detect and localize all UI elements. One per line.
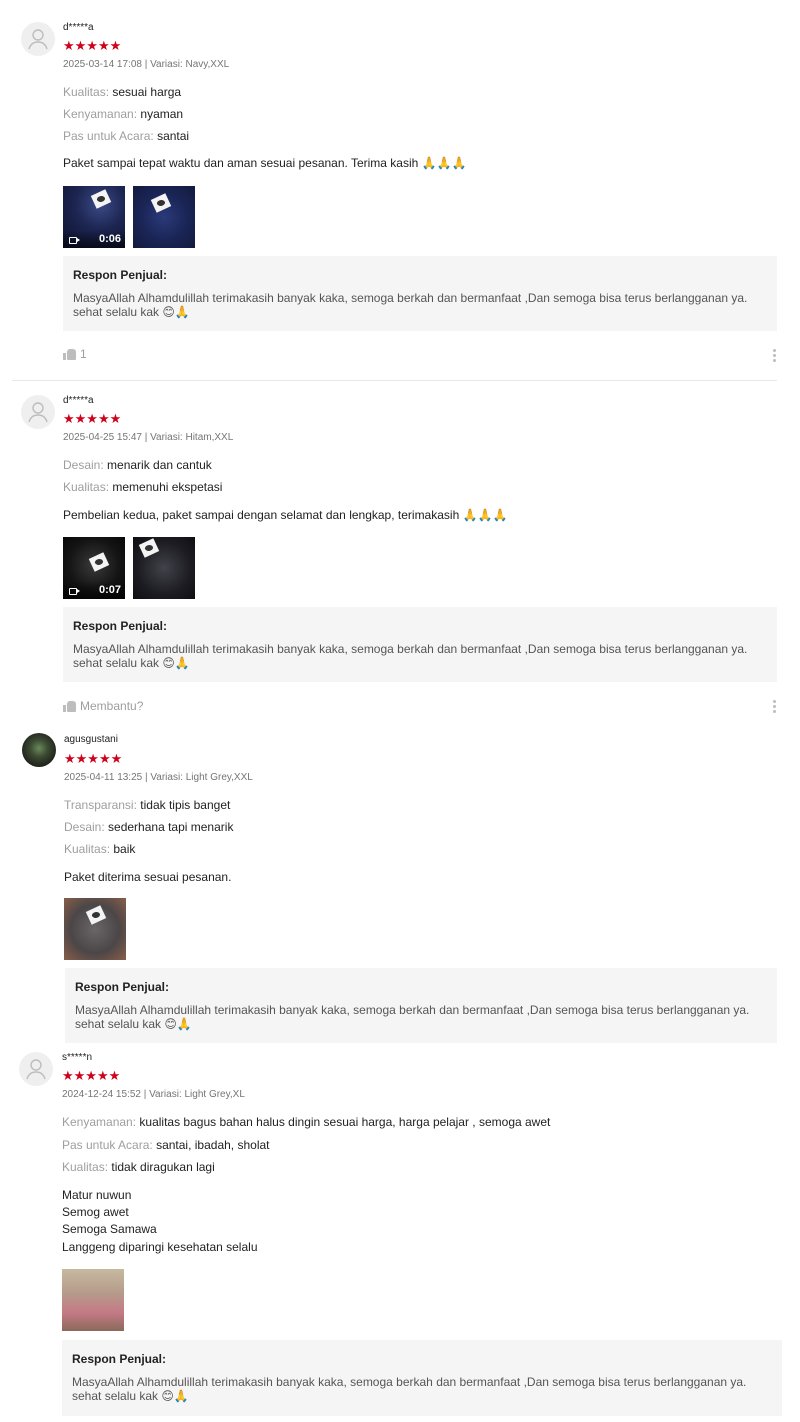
attribute-value: kualitas bagus bahan halus dingin sesuai…: [139, 1115, 551, 1129]
attribute-key: Kualitas:: [63, 480, 110, 494]
attribute-key: Kualitas:: [63, 85, 110, 99]
review-meta: 2024-12-24 15:52 | Variasi: Light Grey,X…: [62, 1089, 245, 1100]
user-placeholder-icon: [28, 29, 48, 50]
like-count: 1: [80, 347, 87, 361]
video-duration: 0:06: [98, 233, 121, 245]
seller-response-title: Respon Penjual:: [75, 980, 170, 994]
user-placeholder-icon: [28, 402, 48, 423]
divider: [12, 380, 777, 381]
review-attribute: Kenyamanan: kualitas bagus bahan halus d…: [62, 1115, 550, 1129]
avatar[interactable]: [21, 22, 55, 56]
thumbs-up-icon: [63, 700, 76, 712]
product-tag-image: [90, 189, 112, 209]
product-tag-image: [138, 538, 160, 558]
attribute-key: Pas untuk Acara:: [62, 1138, 153, 1152]
rating-stars: ★★★★★: [62, 1068, 121, 1083]
review-attribute: Kualitas: tidak diragukan lagi: [62, 1160, 215, 1174]
review-comment: Pembelian kedua, paket sampai dengan sel…: [63, 508, 508, 522]
review-comment: Paket diterima sesuai pesanan.: [64, 870, 232, 884]
review-attribute: Kualitas: baik: [64, 842, 135, 856]
attribute-key: Kenyamanan:: [62, 1115, 137, 1129]
review-video-thumbnail[interactable]: 0:06: [63, 186, 125, 248]
avatar[interactable]: [19, 1052, 53, 1086]
avatar[interactable]: [21, 395, 55, 429]
product-tag-image: [150, 193, 172, 213]
seller-response-text: MasyaAllah Alhamdulillah terimakasih ban…: [75, 1003, 750, 1031]
seller-response-title: Respon Penjual:: [73, 619, 168, 633]
seller-response-text: MasyaAllah Alhamdulillah terimakasih ban…: [72, 1375, 747, 1403]
attribute-value: sederhana tapi menarik: [108, 820, 234, 834]
seller-response-text: MasyaAllah Alhamdulillah terimakasih ban…: [73, 291, 748, 319]
review-attribute: Kualitas: sesuai harga: [63, 85, 181, 99]
review-meta: 2025-04-25 15:47 | Variasi: Hitam,XXL: [63, 432, 234, 443]
seller-response: Respon Penjual: MasyaAllah Alhamdulillah…: [63, 607, 777, 682]
attribute-value: baik: [113, 842, 136, 856]
attribute-key: Kualitas:: [62, 1160, 109, 1174]
attribute-key: Pas untuk Acara:: [63, 129, 154, 143]
seller-response: Respon Penjual: MasyaAllah Alhamdulillah…: [62, 1340, 782, 1416]
attribute-key: Kenyamanan:: [63, 107, 138, 121]
reviewer-name: d*****a: [63, 22, 94, 33]
review-attribute: Desain: menarik dan cantuk: [63, 458, 212, 472]
attribute-key: Desain:: [63, 458, 104, 472]
attribute-value: santai, ibadah, sholat: [156, 1138, 270, 1152]
review-attribute: Kenyamanan: nyaman: [63, 107, 183, 121]
reviewer-name: d*****a: [63, 395, 94, 406]
review-photo-thumbnail[interactable]: [133, 537, 195, 599]
video-duration: 0:07: [98, 584, 121, 596]
video-icon: [69, 588, 80, 595]
review-photo-thumbnail[interactable]: [133, 186, 195, 248]
helpful-button[interactable]: Membantu?: [63, 699, 143, 713]
review-attribute: Kualitas: memenuhi ekspetasi: [63, 480, 222, 494]
attribute-value: memenuhi ekspetasi: [112, 480, 223, 494]
review-attribute: Desain: sederhana tapi menarik: [64, 820, 233, 834]
product-tag-image: [88, 552, 110, 572]
rating-stars: ★★★★★: [64, 751, 123, 766]
review-comment-line: Matur nuwun: [62, 1188, 132, 1202]
seller-response-text: MasyaAllah Alhamdulillah terimakasih ban…: [73, 642, 748, 670]
review-video-thumbnail[interactable]: 0:07: [63, 537, 125, 599]
seller-response: Respon Penjual: MasyaAllah Alhamdulillah…: [63, 256, 777, 331]
rating-stars: ★★★★★: [63, 411, 122, 426]
review-comment-line: Semoga Samawa: [62, 1222, 157, 1236]
more-options-icon[interactable]: [773, 349, 777, 363]
attribute-key: Kualitas:: [64, 842, 111, 856]
seller-response: Respon Penjual: MasyaAllah Alhamdulillah…: [65, 968, 777, 1043]
attribute-value: tidak tipis banget: [140, 798, 231, 812]
like-button[interactable]: 1: [63, 347, 87, 361]
attribute-value: tidak diragukan lagi: [111, 1160, 215, 1174]
review-meta: 2025-04-11 13:25 | Variasi: Light Grey,X…: [64, 772, 253, 783]
attribute-value: santai: [157, 129, 190, 143]
attribute-key: Transparansi:: [64, 798, 137, 812]
avatar[interactable]: [22, 733, 56, 767]
attribute-value: sesuai harga: [112, 85, 182, 99]
seller-response-title: Respon Penjual:: [72, 1352, 167, 1366]
video-icon: [69, 237, 80, 244]
attribute-value: nyaman: [140, 107, 184, 121]
rating-stars: ★★★★★: [63, 38, 122, 53]
review-photo-thumbnail[interactable]: [62, 1269, 124, 1331]
attribute-key: Desain:: [64, 820, 105, 834]
reviewer-name: s*****n: [62, 1052, 93, 1063]
more-options-icon[interactable]: [773, 700, 777, 714]
helpful-label: Membantu?: [80, 699, 144, 713]
review-comment: Paket sampai tepat waktu dan aman sesuai…: [63, 156, 467, 170]
review-meta: 2025-03-14 17:08 | Variasi: Navy,XXL: [63, 59, 230, 70]
user-placeholder-icon: [26, 1059, 46, 1080]
review-comment-line: Semog awet: [62, 1205, 129, 1219]
product-tag-image: [85, 905, 107, 925]
attribute-value: menarik dan cantuk: [107, 458, 212, 472]
thumbs-up-icon: [63, 348, 76, 360]
review-attribute: Pas untuk Acara: santai: [63, 129, 189, 143]
review-photo-thumbnail[interactable]: [64, 898, 126, 960]
review-comment-line: Langgeng diparingi kesehatan selalu: [62, 1240, 258, 1254]
reviewer-name: agusgustani: [64, 734, 118, 745]
review-attribute: Pas untuk Acara: santai, ibadah, sholat: [62, 1138, 270, 1152]
seller-response-title: Respon Penjual:: [73, 268, 168, 282]
review-attribute: Transparansi: tidak tipis banget: [64, 798, 230, 812]
